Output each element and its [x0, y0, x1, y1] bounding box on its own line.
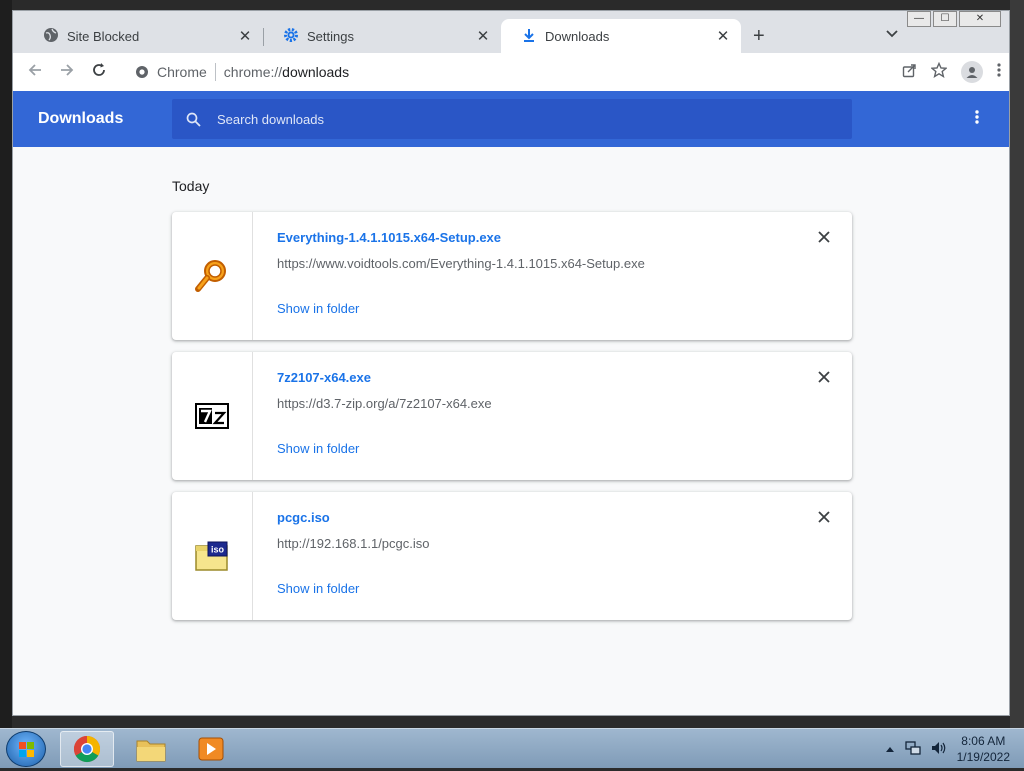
close-tab-icon[interactable]: ✕ [237, 27, 253, 45]
tab-title: Settings [307, 28, 354, 44]
download-item: 7z2107-x64.exe https://d3.7-zip.org/a/7z… [172, 352, 852, 480]
7zip-icon [195, 403, 229, 429]
download-icon [521, 27, 537, 46]
close-icon [818, 511, 830, 523]
globe-icon [43, 27, 59, 46]
more-vert-icon [975, 110, 979, 124]
profile-avatar[interactable] [961, 61, 983, 83]
more-options-button[interactable] [975, 109, 979, 130]
remove-item-button[interactable] [818, 230, 830, 248]
close-tab-icon[interactable]: ✕ [475, 27, 491, 45]
windows-logo-icon [19, 742, 34, 757]
media-player-icon [198, 737, 224, 761]
bookmark-star-icon[interactable] [930, 61, 948, 82]
clock-date: 1/19/2022 [956, 750, 1010, 764]
chrome-menu-icon[interactable] [997, 62, 1001, 82]
svg-text:iso: iso [211, 545, 225, 555]
tab-search-button[interactable] [886, 26, 898, 41]
start-button[interactable] [6, 731, 46, 767]
site-chip-label: Chrome [157, 64, 207, 80]
iso-file-icon: iso [195, 541, 228, 571]
show-in-folder-link[interactable]: Show in folder [277, 301, 359, 316]
tab-title: Downloads [545, 28, 610, 44]
file-url: https://d3.7-zip.org/a/7z2107-x64.exe [277, 396, 492, 411]
download-item: Everything-1.4.1.1015.x64-Setup.exe http… [172, 212, 852, 340]
downloads-page: Downloads Today Everything-1.4.1.1015.x6… [13, 91, 1009, 715]
file-name-link[interactable]: Everything-1.4.1.1015.x64-Setup.exe [277, 230, 501, 245]
search-bar[interactable] [172, 99, 852, 139]
downloads-header: Downloads [13, 91, 1009, 147]
clock-time: 8:06 AM [961, 734, 1006, 748]
chrome-window: Site Blocked ✕ Settings ✕ Downloads ✕ + … [12, 10, 1010, 716]
toolbar: Chrome chrome://downloads [13, 53, 1009, 91]
show-hidden-icons[interactable] [885, 742, 895, 756]
file-icon-cell: iso [172, 492, 253, 620]
date-section-label: Today [172, 178, 210, 194]
desktop-left [0, 0, 12, 728]
gear-icon [283, 27, 299, 46]
download-item: iso pcgc.iso http://192.168.1.1/pcgc.iso… [172, 492, 852, 620]
close-icon [818, 371, 830, 383]
chrome-icon [73, 735, 101, 763]
network-icon[interactable] [904, 740, 921, 758]
remove-item-button[interactable] [818, 370, 830, 388]
close-window-button[interactable]: ✕ [959, 11, 1001, 27]
maximize-button[interactable]: ☐ [933, 11, 957, 27]
url-text: chrome://downloads [223, 64, 350, 80]
taskbar-media-player[interactable] [184, 731, 238, 767]
search-icon [186, 112, 201, 127]
omnibox[interactable]: Chrome chrome://downloads [125, 57, 1007, 87]
tab-title: Site Blocked [67, 28, 140, 44]
search-input[interactable] [215, 110, 815, 128]
show-in-folder-link[interactable]: Show in folder [277, 581, 359, 596]
window-controls: — ☐ ✕ [907, 11, 1001, 27]
volume-icon[interactable] [931, 741, 947, 758]
desktop-top [0, 0, 1024, 10]
file-name-link[interactable]: pcgc.iso [277, 510, 330, 525]
magnifier-icon [195, 260, 226, 292]
show-in-folder-link[interactable]: Show in folder [277, 441, 359, 456]
chevron-down-icon [886, 30, 898, 38]
omnibox-divider [214, 63, 216, 81]
close-tab-icon[interactable]: ✕ [715, 27, 731, 45]
back-button[interactable] [19, 62, 51, 83]
back-arrow-icon [28, 63, 41, 76]
file-url: http://192.168.1.1/pcgc.iso [277, 536, 430, 551]
tab-downloads[interactable]: Downloads ✕ [501, 19, 741, 53]
system-tray: 8:06 AM 1/19/2022 [885, 731, 1010, 767]
remove-item-button[interactable] [818, 510, 830, 528]
chrome-icon [136, 66, 148, 78]
tab-strip: Site Blocked ✕ Settings ✕ Downloads ✕ + … [13, 11, 1009, 53]
forward-arrow-icon [61, 63, 74, 76]
tab-site-blocked[interactable]: Site Blocked ✕ [23, 19, 263, 53]
desktop-right [1010, 0, 1024, 728]
clock[interactable]: 8:06 AM 1/19/2022 [957, 733, 1010, 765]
file-name-link[interactable]: 7z2107-x64.exe [277, 370, 371, 385]
forward-button[interactable] [51, 62, 83, 83]
taskbar-explorer[interactable] [124, 731, 178, 767]
file-url: https://www.voidtools.com/Everything-1.4… [277, 256, 645, 271]
file-icon-cell [172, 352, 253, 480]
taskbar-chrome[interactable] [60, 731, 114, 767]
file-icon-cell [172, 212, 253, 340]
new-tab-button[interactable]: + [753, 25, 765, 48]
reload-button[interactable] [83, 62, 115, 83]
taskbar: 8:06 AM 1/19/2022 [0, 728, 1024, 768]
tab-settings[interactable]: Settings ✕ [263, 19, 501, 53]
person-icon [966, 67, 978, 78]
site-info-chip[interactable]: Chrome [135, 64, 207, 80]
reload-icon [93, 62, 105, 76]
page-title: Downloads [38, 110, 124, 127]
omnibox-actions [902, 57, 1001, 87]
close-icon [818, 231, 830, 243]
minimize-button[interactable]: — [907, 11, 931, 27]
share-icon[interactable] [902, 63, 917, 82]
folder-icon [136, 740, 166, 762]
